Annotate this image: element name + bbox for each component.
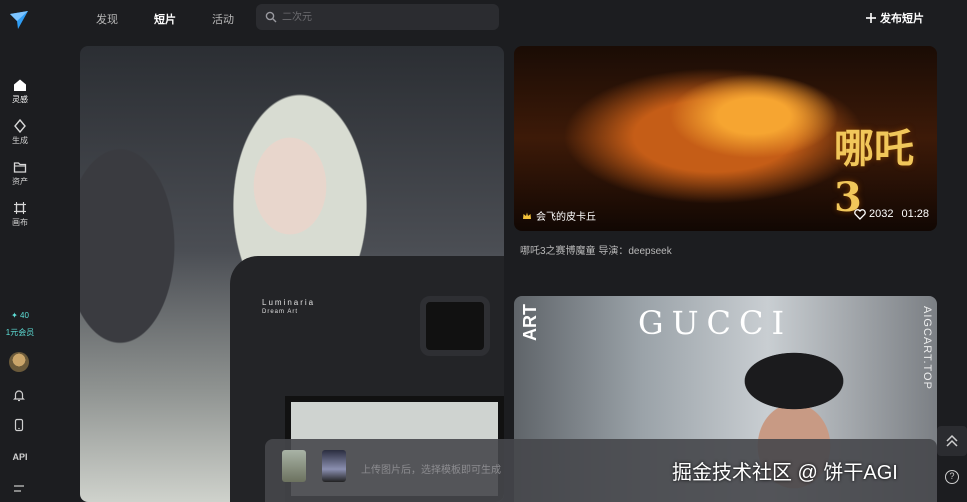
like-count[interactable]: 2032	[854, 208, 893, 220]
search-input[interactable]	[282, 8, 482, 26]
sidebar-item-label: 生成	[12, 136, 28, 145]
help-button[interactable]: ?	[945, 470, 959, 484]
crown-icon	[523, 212, 531, 219]
video-card-nezha[interactable]: 哪吒3 会飞的皮卡丘 2032 01:28	[514, 46, 937, 231]
gucci-brand-text: GUCCI	[638, 304, 793, 342]
scroll-to-top-button[interactable]	[937, 426, 967, 456]
card-watermark-sub: Dream Art	[262, 309, 299, 315]
video-duration: 01:28	[901, 208, 929, 220]
home-icon	[14, 79, 26, 91]
search-icon	[265, 11, 277, 23]
canvas-icon	[14, 202, 26, 214]
sidebar-item-label: 画布	[12, 218, 28, 227]
nezha-title-art: 哪吒3	[834, 125, 914, 221]
publish-label: 发布短片	[880, 13, 924, 25]
sidebar-item-generate[interactable]: 生成	[0, 119, 40, 146]
sidebar-item-label: 灵感	[12, 95, 28, 104]
camera-viewfinder	[420, 296, 490, 356]
template-thumbnail[interactable]	[322, 450, 346, 482]
logo-icon[interactable]	[9, 10, 29, 30]
aigcart-side-text: AIGCART.TOP	[921, 306, 933, 390]
heart-icon	[854, 208, 866, 220]
app-root: 发现 短片 活动 发布短片 灵感	[0, 0, 967, 502]
folder-icon	[13, 162, 27, 173]
chevrons-up-icon	[946, 434, 958, 447]
upload-hint: 上传图片后，选择模板即可生成	[361, 465, 501, 476]
video-card-portrait[interactable]: Luminaria Dream Art	[80, 46, 504, 502]
like-count-value: 2032	[868, 208, 894, 220]
card-author[interactable]: 会飞的皮卡丘	[522, 208, 596, 223]
vip-link[interactable]: 1元会员	[0, 327, 40, 338]
tab-events[interactable]: 活动	[212, 11, 234, 27]
card-stats: 2032 01:28	[854, 208, 929, 220]
api-link[interactable]: API	[0, 452, 40, 462]
publish-button[interactable]: 发布短片	[866, 10, 924, 26]
card-watermark: Luminaria Dream Art	[262, 298, 315, 315]
bell-icon[interactable]	[12, 388, 26, 402]
sidebar-item-canvas[interactable]: 画布	[0, 201, 40, 228]
mobile-icon[interactable]	[12, 418, 26, 432]
plus-icon	[866, 13, 876, 23]
tab-short-films[interactable]: 短片	[154, 11, 176, 27]
tab-discover[interactable]: 发现	[96, 11, 118, 27]
sidebar: 灵感 生成 资产 画布 ✦ 40 1元会员 API	[0, 36, 40, 502]
sparkle-icon	[14, 119, 26, 133]
top-bar: 发现 短片 活动 发布短片	[0, 0, 967, 36]
menu-icon[interactable]	[12, 482, 26, 496]
card-watermark-main: Luminaria	[262, 298, 316, 307]
sidebar-item-assets[interactable]: 资产	[0, 160, 40, 187]
credit-count[interactable]: ✦ 40	[0, 311, 40, 320]
card-caption[interactable]: 哪吒3之赛博魔童 导演：deepseek	[520, 242, 672, 257]
search-box	[256, 4, 499, 30]
content-feed: Luminaria Dream Art 哪吒3 会飞的皮卡丘 2032 01:2…	[80, 46, 937, 502]
site-watermark: 掘金技术社区 @ 饼干AGI	[672, 462, 898, 484]
template-thumbnail[interactable]	[282, 450, 306, 482]
sidebar-item-label: 资产	[12, 177, 28, 186]
iart-logo: ART	[520, 304, 540, 341]
sidebar-item-inspiration[interactable]: 灵感	[0, 78, 40, 105]
author-name: 会飞的皮卡丘	[536, 212, 596, 223]
avatar[interactable]	[9, 352, 29, 372]
